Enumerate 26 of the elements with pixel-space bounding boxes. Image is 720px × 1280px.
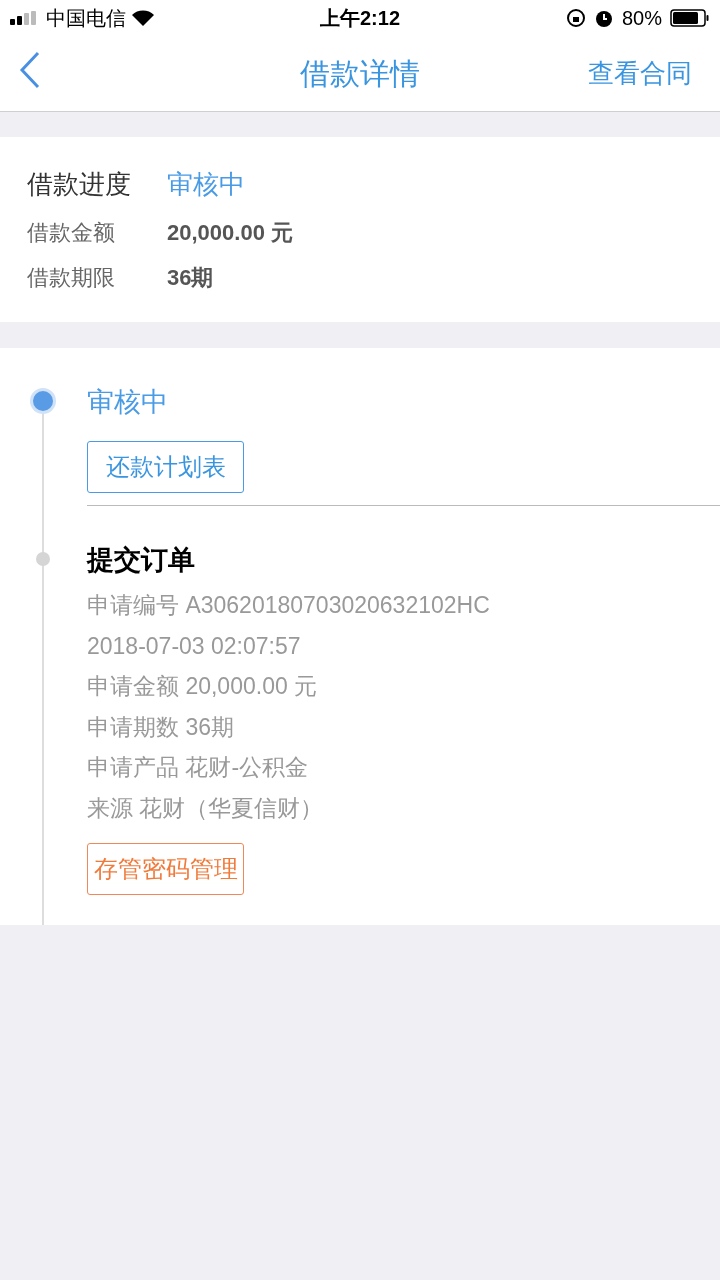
- step-detail: 申请产品 花财-公积金: [87, 753, 310, 782]
- field-value: 36期: [167, 264, 214, 292]
- step-detail: 来源 花财（华夏信财）: [87, 793, 325, 823]
- back-button[interactable]: [18, 51, 42, 89]
- status-time: 上午2:12: [320, 6, 400, 31]
- page-title: 借款详情: [300, 56, 420, 92]
- step-title: 审核中: [87, 386, 169, 419]
- status-value: 审核中: [167, 168, 245, 201]
- carrier-name: 中国电信: [46, 6, 126, 31]
- repayment-plan-button[interactable]: 还款计划表: [87, 440, 244, 493]
- field-label: 借款期限: [27, 264, 116, 292]
- step-title: 提交订单: [87, 543, 196, 577]
- view-contract-link[interactable]: 查看合同: [588, 54, 692, 93]
- step-detail: 2018-07-03 02:07:57: [87, 631, 302, 661]
- battery-icon: [670, 9, 710, 27]
- alarm-icon: [593, 8, 614, 28]
- wifi-icon: [132, 10, 154, 26]
- field-label: 借款进度: [27, 168, 132, 201]
- step-detail: 申请期数 36期: [87, 712, 235, 742]
- field-value: 20,000.00 元: [167, 219, 293, 247]
- step-detail: 申请金额 20,000.00 元: [87, 672, 319, 701]
- rotation-lock-icon: [565, 8, 586, 28]
- password-manage-button[interactable]: 存管密码管理: [87, 843, 244, 895]
- field-label: 借款金额: [27, 219, 116, 247]
- step-detail: 申请编号 A30620180703020632102HC: [87, 591, 491, 620]
- battery-percent: 80%: [621, 6, 662, 31]
